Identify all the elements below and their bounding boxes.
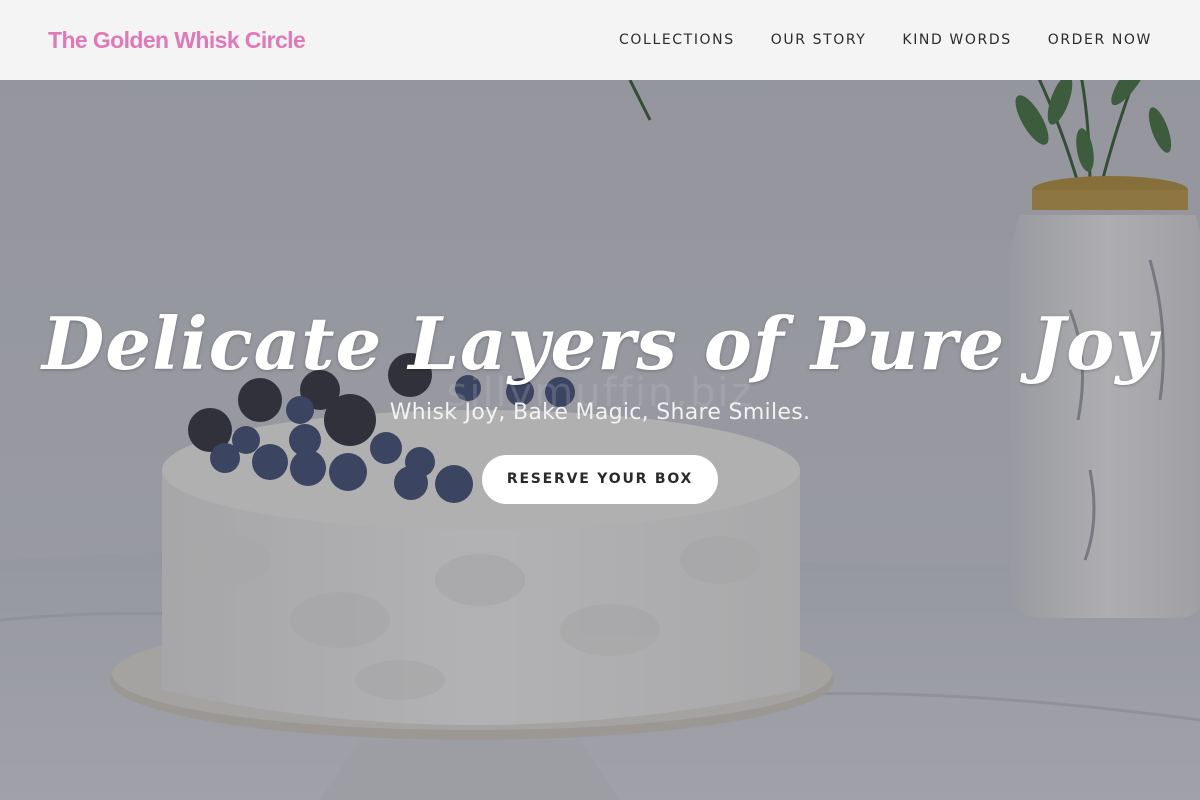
nav-kind-words[interactable]: KIND WORDS [902, 32, 1011, 48]
hero-headline: Delicate Layers of Pure Joy [41, 301, 1159, 386]
hero-content: Delicate Layers of Pure Joy Whisk Joy, B… [0, 302, 1200, 504]
brand-logo[interactable]: The Golden Whisk Circle [48, 27, 306, 54]
hero-subheadline: Whisk Joy, Bake Magic, Share Smiles. [389, 400, 811, 425]
hero-section: sillymuffin.biz Delicate Layers of Pure … [0, 80, 1200, 800]
reserve-box-button[interactable]: RESERVE YOUR BOX [482, 455, 718, 504]
nav-order-now[interactable]: ORDER NOW [1048, 32, 1152, 48]
main-nav: COLLECTIONS OUR STORY KIND WORDS ORDER N… [583, 32, 1152, 48]
site-header: The Golden Whisk Circle COLLECTIONS OUR … [0, 0, 1200, 80]
nav-our-story[interactable]: OUR STORY [771, 32, 867, 48]
nav-collections[interactable]: COLLECTIONS [619, 32, 735, 48]
